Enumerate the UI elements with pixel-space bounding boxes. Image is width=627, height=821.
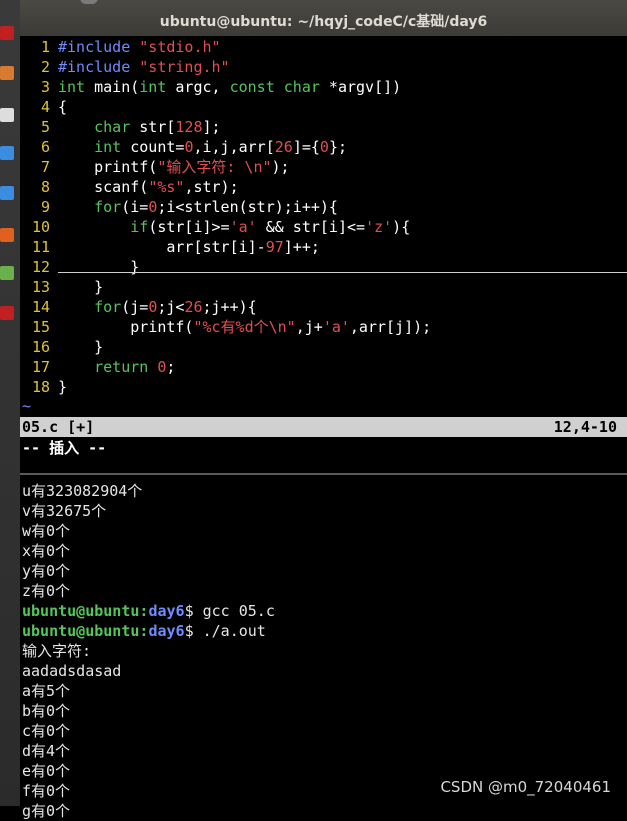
line-number: 13	[31, 278, 50, 296]
line-number: 10	[31, 218, 50, 236]
line-number: 1	[40, 38, 50, 56]
terminal-line: u有323082904个	[22, 482, 143, 500]
code-text: return 0;	[94, 358, 176, 376]
code-text: }	[130, 258, 140, 276]
vim-tilde: ~	[22, 397, 32, 415]
code-text: char str[128];	[94, 118, 221, 136]
line-number: 5	[40, 118, 50, 136]
terminal-line: ubuntu@ubuntu:day6$ ./a.out	[22, 622, 266, 640]
line-number: 8	[40, 178, 50, 196]
line-number: 15	[31, 318, 50, 336]
window-titlebar: ubuntu@ubuntu: ~/hqyj_codeC/c基础/day6	[20, 0, 627, 37]
launcher-app-icon[interactable]	[0, 146, 14, 160]
line-number: 12	[31, 258, 50, 276]
terminal-line: g有0个	[22, 802, 71, 820]
terminal-line: b有0个	[22, 702, 71, 720]
terminal-line: a有5个	[22, 682, 71, 700]
terminal-line: ubuntu@ubuntu:day6$ gcc 05.c	[22, 602, 275, 620]
line-number: 6	[40, 138, 50, 156]
code-text: }	[58, 378, 68, 396]
launcher-app-icon[interactable]	[0, 66, 14, 80]
code-text: printf("输入字符: \n");	[58, 158, 290, 176]
terminal-line: c有0个	[22, 722, 71, 740]
code-text: printf("%c有%d个\n",j+'a',arr[j]);	[58, 318, 432, 336]
code-text: }	[58, 338, 104, 356]
terminal-line: d有4个	[22, 742, 71, 760]
code-text: {	[58, 98, 68, 116]
line-number: 4	[40, 98, 50, 116]
window-title: ubuntu@ubuntu: ~/hqyj_codeC/c基础/day6	[159, 14, 488, 30]
line-number: 3	[40, 78, 50, 96]
terminal-line: aadadsdasad	[22, 662, 122, 680]
code-text: int main(int argc, const char *argv[])	[58, 78, 402, 96]
line-number: 18	[31, 378, 50, 396]
launcher-bar	[0, 0, 20, 806]
code-text: }	[58, 278, 104, 296]
terminal-line: y有0个	[22, 562, 71, 580]
code-text: #include "string.h"	[58, 58, 230, 76]
terminal-area[interactable]: 1 #include "stdio.h" 2 #include "string.h" 3…	[20, 36, 627, 820]
code-text: for(j=0;j<26;j++){	[94, 298, 257, 316]
terminal-line: z有0个	[22, 582, 71, 600]
code-text: if(str[i]>='a' && str[i]<='z'){	[130, 218, 411, 236]
line-number: 9	[40, 198, 50, 216]
watermark: CSDN @m0_72040461	[440, 778, 611, 796]
close-button[interactable]	[80, 0, 98, 4]
terminal-line: x有0个	[22, 542, 71, 560]
code-text: arr[str[i]-97]++;	[58, 238, 320, 256]
line-number: 14	[31, 298, 50, 316]
status-position: 12,4-10	[553, 418, 617, 436]
vim-mode-indicator: -- 插入 --	[22, 439, 107, 457]
line-number: 7	[40, 158, 50, 176]
cursor-line-underline	[58, 272, 627, 273]
launcher-app-icon[interactable]	[0, 26, 14, 40]
terminal-line: 输入字符:	[22, 642, 92, 660]
terminal-line: w有0个	[22, 522, 71, 540]
terminal-line: e有0个	[22, 762, 71, 780]
status-filename: 05.c [+]	[22, 418, 95, 436]
line-number: 2	[40, 58, 50, 76]
line-number: 17	[31, 358, 50, 376]
line-number: 16	[31, 338, 50, 356]
terminal-line: f有0个	[22, 782, 71, 800]
code-text: int count=0,i,j,arr[26]={0};	[94, 138, 347, 156]
code-text: #include "stdio.h"	[58, 38, 221, 56]
launcher-app-icon[interactable]	[0, 228, 14, 242]
launcher-app-icon[interactable]	[0, 108, 14, 122]
launcher-app-icon[interactable]	[0, 306, 14, 320]
terminal-line: v有32675个	[22, 502, 107, 520]
vim-status-line: 05.c [+] 12,4-10	[20, 417, 627, 437]
code-text: for(i=0;i<strlen(str);i++){	[94, 198, 338, 216]
launcher-app-icon[interactable]	[0, 186, 14, 200]
code-text: scanf("%s",str);	[58, 178, 239, 196]
launcher-app-icon[interactable]	[0, 266, 14, 280]
pane-separator	[20, 473, 627, 475]
line-number: 11	[31, 238, 50, 256]
